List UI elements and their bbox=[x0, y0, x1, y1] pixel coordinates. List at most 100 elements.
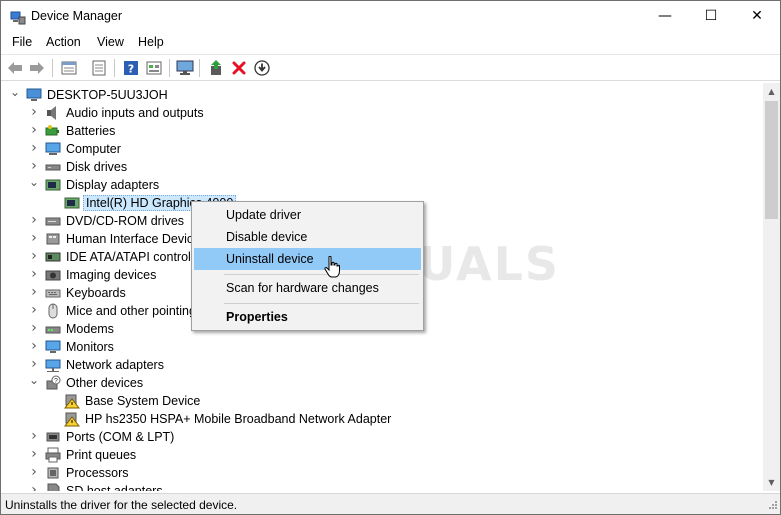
title-bar[interactable]: Device Manager — ☐ ✕ bbox=[1, 1, 780, 32]
keyboard-icon bbox=[45, 289, 61, 298]
chevron-right-icon[interactable]: › bbox=[28, 447, 40, 462]
unknown-device-icon: ? bbox=[46, 375, 61, 390]
chevron-down-icon[interactable]: ⌄ bbox=[9, 86, 21, 102]
menu-uninstall-device[interactable]: Uninstall device bbox=[194, 248, 421, 270]
tree-category[interactable]: › SD host adapters bbox=[1, 482, 763, 491]
tree-category[interactable]: › Batteries bbox=[1, 122, 763, 140]
menu-update-driver[interactable]: Update driver bbox=[194, 204, 421, 226]
tree-category-label: Batteries bbox=[66, 124, 116, 138]
tree-category[interactable]: › Disk drives bbox=[1, 158, 763, 176]
ide-icon bbox=[45, 252, 61, 262]
computer-root-icon bbox=[26, 88, 42, 101]
scan-icon[interactable] bbox=[89, 58, 109, 78]
menu-scan-hardware[interactable]: Scan for hardware changes bbox=[194, 277, 421, 299]
toolbar-separator bbox=[199, 59, 200, 77]
chevron-right-icon[interactable]: › bbox=[28, 321, 40, 336]
chevron-down-icon[interactable]: ⌄ bbox=[28, 176, 40, 192]
chevron-right-icon[interactable]: › bbox=[28, 303, 40, 318]
tree-category-label: DVD/CD-ROM drives bbox=[66, 214, 185, 228]
processor-icon bbox=[47, 467, 59, 479]
tree-category[interactable]: › Network adapters bbox=[1, 356, 763, 374]
resize-grip-icon[interactable] bbox=[766, 500, 778, 512]
scroll-up-arrow-icon[interactable]: ▲ bbox=[763, 83, 780, 100]
tree-category-label: Modems bbox=[66, 322, 114, 336]
scroll-down-arrow-icon[interactable]: ▼ bbox=[763, 474, 780, 491]
svg-text:?: ? bbox=[54, 378, 58, 385]
close-button[interactable]: ✕ bbox=[734, 1, 780, 32]
tree-device[interactable]: Base System Device bbox=[1, 392, 763, 410]
menu-view[interactable]: View bbox=[97, 35, 124, 49]
maximize-button[interactable]: ☐ bbox=[688, 1, 734, 32]
chevron-right-icon[interactable]: › bbox=[28, 159, 40, 174]
tree-category[interactable]: › Computer bbox=[1, 140, 763, 158]
display-adapter-icon bbox=[45, 179, 61, 191]
menu-disable-device-label: Disable device bbox=[226, 230, 308, 244]
battery-icon bbox=[45, 125, 59, 136]
view-resources-icon[interactable] bbox=[144, 58, 164, 78]
chevron-right-icon[interactable]: › bbox=[28, 285, 40, 300]
tree-category-label: Monitors bbox=[66, 340, 114, 354]
computer-icon bbox=[45, 142, 61, 155]
chevron-down-icon[interactable]: ⌄ bbox=[28, 374, 40, 390]
tree-category-label: IDE ATA/ATAPI controllers bbox=[66, 250, 211, 264]
menu-properties-label: Properties bbox=[226, 310, 288, 324]
scan-hardware-monitor-icon[interactable] bbox=[175, 58, 195, 78]
chevron-right-icon[interactable]: › bbox=[28, 429, 40, 444]
scrollbar-thumb[interactable] bbox=[765, 101, 778, 219]
help-icon[interactable]: ? bbox=[121, 58, 141, 78]
speaker-icon bbox=[47, 106, 56, 120]
tree-category[interactable]: › Processors bbox=[1, 464, 763, 482]
status-bar: Uninstalls the driver for the selected d… bbox=[1, 493, 780, 514]
tree-category[interactable]: › Ports (COM & LPT) bbox=[1, 428, 763, 446]
minimize-button[interactable]: — bbox=[642, 1, 688, 32]
tree-device-label: HP hs2350 HSPA+ Mobile Broadband Network… bbox=[85, 412, 392, 426]
sd-icon bbox=[47, 483, 60, 491]
menu-properties[interactable]: Properties bbox=[194, 306, 421, 328]
tree-category[interactable]: ⌄? Other devices bbox=[1, 374, 763, 392]
chevron-right-icon[interactable]: › bbox=[28, 339, 40, 354]
tree-category-label: Computer bbox=[66, 142, 121, 156]
tree-category[interactable]: ⌄ Display adapters bbox=[1, 176, 763, 194]
tree-category[interactable]: › Audio inputs and outputs bbox=[1, 104, 763, 122]
chevron-right-icon[interactable]: › bbox=[28, 123, 40, 138]
menu-file[interactable]: File bbox=[12, 35, 32, 49]
menu-help[interactable]: Help bbox=[138, 35, 164, 49]
status-text: Uninstalls the driver for the selected d… bbox=[5, 498, 238, 512]
chevron-right-icon[interactable]: › bbox=[28, 141, 40, 156]
tree-root[interactable]: ⌄ DESKTOP-5UU3JOH bbox=[1, 86, 763, 104]
tree-category-label: Keyboards bbox=[66, 286, 126, 300]
chevron-right-icon[interactable]: › bbox=[28, 483, 40, 491]
tree-category-label: Processors bbox=[66, 466, 129, 480]
download-icon[interactable] bbox=[252, 58, 272, 78]
toolbar-separator bbox=[52, 59, 53, 77]
chevron-right-icon[interactable]: › bbox=[28, 213, 40, 228]
tree-category-label: Ports (COM & LPT) bbox=[66, 430, 175, 444]
tree-category-label: Network adapters bbox=[66, 358, 164, 372]
chevron-right-icon[interactable]: › bbox=[28, 249, 40, 264]
chevron-right-icon[interactable]: › bbox=[28, 267, 40, 282]
tree-category-label: Display adapters bbox=[66, 178, 160, 192]
menu-disable-device[interactable]: Disable device bbox=[194, 226, 421, 248]
camera-icon bbox=[45, 270, 61, 281]
chevron-right-icon[interactable]: › bbox=[28, 105, 40, 120]
tree-category[interactable]: › Print queues bbox=[1, 446, 763, 464]
mouse-icon bbox=[48, 303, 58, 319]
warning-device-icon bbox=[64, 412, 80, 427]
menu-action[interactable]: Action bbox=[46, 35, 81, 49]
chevron-right-icon[interactable]: › bbox=[28, 231, 40, 246]
vertical-scrollbar[interactable]: ▲ ▼ bbox=[763, 83, 780, 491]
disk-icon bbox=[45, 164, 61, 171]
toolbar: ? bbox=[1, 54, 780, 81]
back-arrow-icon[interactable] bbox=[5, 58, 25, 78]
properties-icon[interactable] bbox=[59, 58, 79, 78]
tree-root-label: DESKTOP-5UU3JOH bbox=[47, 88, 168, 102]
chevron-right-icon[interactable]: › bbox=[28, 465, 40, 480]
svg-text:?: ? bbox=[128, 63, 134, 76]
tree-device[interactable]: HP hs2350 HSPA+ Mobile Broadband Network… bbox=[1, 410, 763, 428]
tree-category[interactable]: › Monitors bbox=[1, 338, 763, 356]
update-driver-icon[interactable] bbox=[206, 58, 226, 78]
uninstall-red-x-icon[interactable] bbox=[229, 58, 249, 78]
forward-arrow-icon[interactable] bbox=[27, 58, 47, 78]
modem-icon bbox=[45, 326, 61, 334]
chevron-right-icon[interactable]: › bbox=[28, 357, 40, 372]
